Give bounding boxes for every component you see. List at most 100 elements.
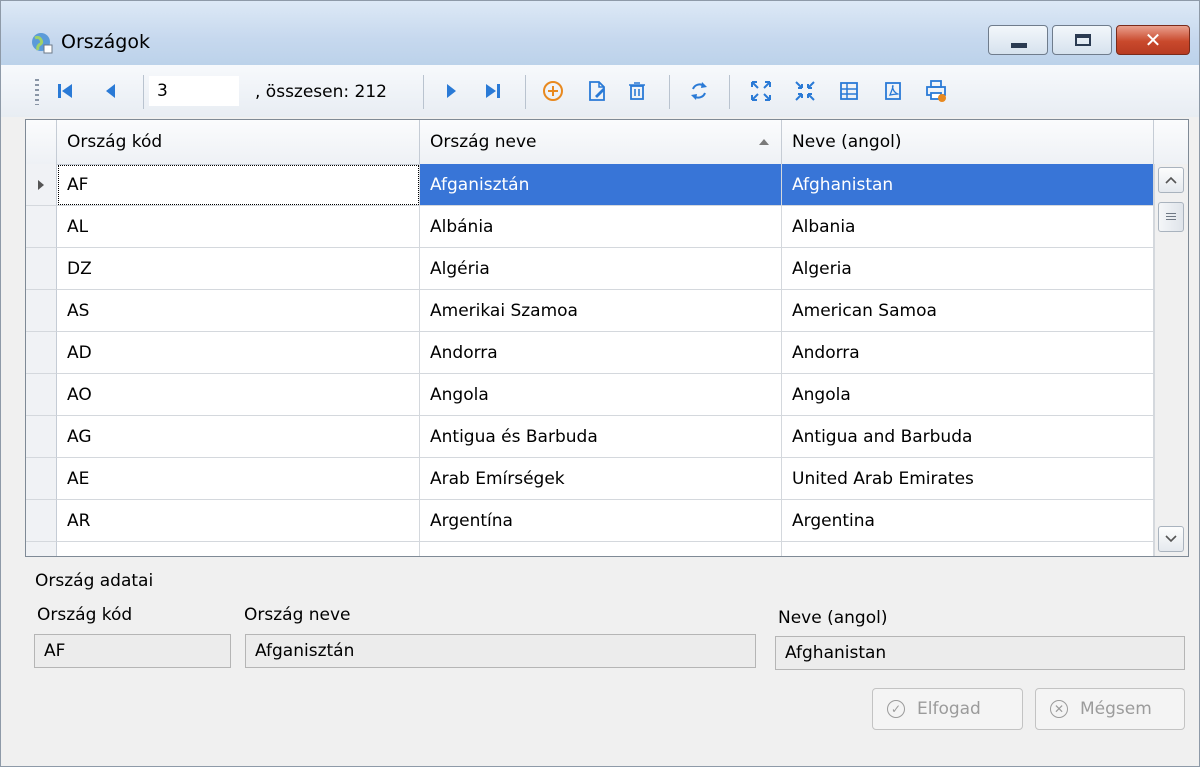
column-header-name-label: Ország neve [430,132,537,152]
cell-country-name[interactable]: Albánia [420,206,782,248]
table-row[interactable]: DZ Algéria Algeria [26,248,1154,290]
edit-icon [589,81,605,101]
title-bar[interactable]: Országok ✕ [1,1,1199,65]
close-button[interactable]: ✕ [1116,25,1190,55]
scroll-up-button[interactable] [1158,167,1184,193]
cancel-button[interactable]: ✕ Mégsem [1035,688,1185,730]
countries-grid[interactable]: Ország kód Ország neve Neve (angol) AF Af… [25,119,1189,557]
cell-country-code[interactable]: AG [57,416,420,458]
grid-header: Ország kód Ország neve Neve (angol) [26,120,1188,165]
record-total-label: , összesen: 212 [255,82,387,102]
column-header-code[interactable]: Ország kód [57,120,420,164]
close-icon: ✕ [1144,28,1162,52]
maximize-icon [1075,34,1091,46]
column-header-name[interactable]: Ország neve [420,120,782,164]
row-indicator[interactable] [26,164,57,206]
globe-icon [32,33,53,54]
cell-country-name[interactable]: Arab Emírségek [420,458,782,500]
row-indicator[interactable] [26,500,57,542]
cell-english-name[interactable]: Antigua and Barbuda [782,416,1154,458]
thumb-grip [1166,213,1176,221]
table-row[interactable]: AS Amerikai Szamoa American Samoa [26,290,1154,332]
empty-cell [782,542,1154,556]
cell-country-code[interactable]: AF [57,164,420,206]
previous-record-icon [106,84,115,98]
print-preview-button[interactable] [923,77,951,105]
previous-record-button[interactable] [97,77,125,105]
cell-country-name[interactable]: Andorra [420,332,782,374]
cell-english-name[interactable]: Afghanistan [782,164,1154,206]
cell-english-name[interactable]: United Arab Emirates [782,458,1154,500]
cell-country-name[interactable]: Algéria [420,248,782,290]
first-record-button[interactable] [51,77,79,105]
cell-english-name[interactable]: Algeria [782,248,1154,290]
record-position-input[interactable] [149,76,239,106]
row-indicator[interactable] [26,458,57,500]
code-label: Ország kód [37,605,133,625]
first-record-icon [58,84,72,98]
table-row-partial [26,542,1154,556]
cell-country-code[interactable]: AS [57,290,420,332]
table-row[interactable]: AG Antigua és Barbuda Antigua and Barbuda [26,416,1154,458]
name-label: Ország neve [244,605,351,625]
cell-country-code[interactable]: AO [57,374,420,416]
last-record-icon [486,84,500,98]
scroll-thumb[interactable] [1158,202,1184,232]
export-pdf-button[interactable] [879,77,907,105]
sort-ascending-icon [759,139,769,145]
accept-button[interactable]: ✓ Elfogad [872,688,1023,730]
row-indicator[interactable] [26,416,57,458]
english-field[interactable]: Afghanistan [775,636,1185,670]
toolbar-separator [669,75,670,109]
refresh-button[interactable] [685,77,713,105]
cell-english-name[interactable]: Angola [782,374,1154,416]
vertical-scrollbar[interactable] [1154,164,1188,556]
add-record-button[interactable] [539,77,567,105]
minimize-button[interactable] [988,25,1048,55]
table-row[interactable]: AR Argentína Argentina [26,500,1154,542]
expand-all-button[interactable] [747,77,775,105]
table-row[interactable]: AF Afganisztán Afghanistan [26,164,1154,206]
cell-english-name[interactable]: Andorra [782,332,1154,374]
scroll-down-button[interactable] [1158,526,1184,552]
name-field[interactable]: Afganisztán [245,634,756,668]
delete-record-button[interactable] [623,77,651,105]
cell-country-name[interactable]: Afganisztán [420,164,782,206]
table-row[interactable]: AD Andorra Andorra [26,332,1154,374]
edit-record-button[interactable] [583,77,611,105]
row-indicator[interactable] [26,332,57,374]
cell-country-name[interactable]: Angola [420,374,782,416]
cell-country-name[interactable]: Argentína [420,500,782,542]
cell-country-code[interactable]: DZ [57,248,420,290]
last-record-button[interactable] [479,77,507,105]
table-row[interactable]: AO Angola Angola [26,374,1154,416]
row-indicator[interactable] [26,206,57,248]
maximize-button[interactable] [1052,25,1112,55]
check-circle-icon: ✓ [887,700,905,718]
toolbar-grip[interactable] [35,79,39,105]
cell-country-code[interactable]: AE [57,458,420,500]
table-row[interactable]: AL Albánia Albania [26,206,1154,248]
cell-english-name[interactable]: American Samoa [782,290,1154,332]
cell-english-name[interactable]: Albania [782,206,1154,248]
chevron-up-icon [1165,176,1177,184]
row-indicator[interactable] [26,248,57,290]
cell-country-code[interactable]: AD [57,332,420,374]
row-indicator[interactable] [26,290,57,332]
cell-english-name[interactable]: Argentina [782,500,1154,542]
next-record-button[interactable] [437,77,465,105]
cell-country-name[interactable]: Amerikai Szamoa [420,290,782,332]
cell-country-name[interactable]: Antigua és Barbuda [420,416,782,458]
print-icon [926,80,946,102]
column-header-english[interactable]: Neve (angol) [782,120,1154,164]
export-excel-button[interactable] [835,77,863,105]
next-record-icon [447,84,456,98]
row-indicator[interactable] [26,374,57,416]
details-section-header: Ország adatai [25,561,1187,601]
collapse-all-button[interactable] [791,77,819,105]
table-row[interactable]: AE Arab Emírségek United Arab Emirates [26,458,1154,500]
cell-country-code[interactable]: AL [57,206,420,248]
window-title: Országok [61,31,150,53]
cell-country-code[interactable]: AR [57,500,420,542]
code-field[interactable]: AF [34,634,231,668]
